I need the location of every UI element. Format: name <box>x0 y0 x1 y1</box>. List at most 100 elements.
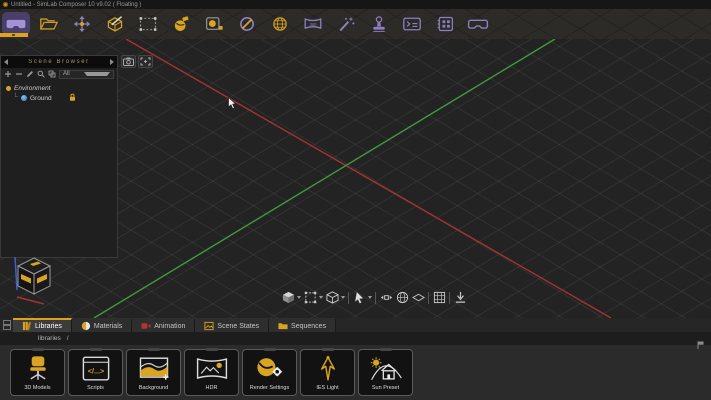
transform-handles-icon[interactable] <box>379 291 393 305</box>
tree-elbow: └ <box>13 94 18 101</box>
lock-icon[interactable] <box>69 93 76 104</box>
card-label: 3D Models <box>24 385 51 391</box>
card-label: IES Light <box>316 385 339 391</box>
tab-label: Animation <box>154 322 186 330</box>
screen-360-icon[interactable]: 360 <box>299 12 327 35</box>
ground-object-icon <box>20 95 27 101</box>
pen-icon[interactable] <box>26 70 34 78</box>
svg-text:</...>: </...> <box>87 366 103 375</box>
tab-scene-states[interactable]: Scene States <box>195 318 270 332</box>
notebook-icon[interactable] <box>431 12 459 35</box>
separator <box>375 291 376 304</box>
chevron-down-icon <box>83 72 110 76</box>
selection-rect-icon[interactable] <box>134 12 162 35</box>
scene-browser-title: Scene Browser <box>28 59 90 65</box>
add-icon[interactable] <box>4 70 12 78</box>
hdr-panorama-icon <box>194 352 230 385</box>
focus-expand-icon[interactable] <box>138 55 153 68</box>
title-bar: Untitled - SimLab Composer 10 v9.02 ( Fl… <box>0 0 711 9</box>
card-background[interactable]: Background <box>126 348 181 396</box>
card-hdr[interactable]: HDR <box>184 348 239 396</box>
texture-editor-icon[interactable] <box>200 12 228 35</box>
separator <box>449 291 450 304</box>
script-window-icon: </...> <box>78 352 114 385</box>
card-label: Sun Preset <box>371 385 400 391</box>
svg-text:360: 360 <box>310 22 318 27</box>
folder-icon <box>278 323 288 330</box>
tree-item-label: Ground <box>29 94 52 102</box>
scene-browser-toolbar: All <box>1 68 117 80</box>
stamp-tool-icon[interactable] <box>365 12 393 35</box>
flat-plane-icon[interactable] <box>411 291 425 305</box>
vr-headset-outline-icon[interactable] <box>464 12 492 35</box>
navigation-cube[interactable] <box>4 250 60 311</box>
panel-side-buttons <box>121 55 153 68</box>
tree-item-ground[interactable]: └ Ground <box>6 93 117 103</box>
card-ies-light[interactable]: IES Light <box>300 348 355 396</box>
remove-icon[interactable] <box>15 70 23 78</box>
chevron-down-icon[interactable] <box>297 296 301 299</box>
collapse-right-icon[interactable] <box>110 59 114 65</box>
select-cursor-icon[interactable] <box>352 291 366 305</box>
filter-dropdown[interactable]: All <box>59 69 114 79</box>
separator <box>348 291 349 304</box>
edit-geometry-icon[interactable] <box>101 12 129 35</box>
scene-browser-panel: Scene Browser All Environment └ Ground <box>0 55 118 258</box>
import-down-icon[interactable] <box>453 291 467 305</box>
sun-house-icon <box>368 352 404 385</box>
chevron-down-icon[interactable] <box>341 296 345 299</box>
textured-sphere-icon[interactable] <box>395 291 409 305</box>
card-label: Scripts <box>87 385 104 391</box>
move-tool-icon[interactable] <box>68 12 96 35</box>
tab-label: Libraries <box>35 322 62 330</box>
search-icon[interactable] <box>37 70 45 78</box>
scene-state-icon <box>204 321 214 331</box>
panel-layout-icon[interactable] <box>0 318 13 332</box>
background-image-icon <box>136 352 172 385</box>
chevron-down-icon[interactable] <box>319 296 323 299</box>
separator <box>428 291 429 304</box>
card-3d-models[interactable]: 3D Models <box>10 348 65 396</box>
viewport-toolbar <box>281 289 467 306</box>
screenshot-camera-icon[interactable] <box>121 55 136 68</box>
chevron-down-icon[interactable] <box>368 296 372 299</box>
tab-animation[interactable]: Animation <box>132 318 196 332</box>
toolbar-page-indicator[interactable] <box>0 33 28 37</box>
tree-item-environment[interactable]: Environment <box>6 83 117 93</box>
tab-libraries[interactable]: Libraries <box>13 318 72 332</box>
grid-icon[interactable] <box>432 291 446 305</box>
chair-icon <box>20 352 56 385</box>
open-file-icon[interactable] <box>35 12 63 35</box>
scene-browser-header[interactable]: Scene Browser <box>1 56 117 68</box>
main-toolbar: 360 <box>0 9 711 39</box>
card-scripts[interactable]: </...> Scripts <box>68 348 123 396</box>
tab-sequences[interactable]: Sequences <box>269 318 337 332</box>
card-label: Render Settings <box>249 385 290 391</box>
magic-wand-icon[interactable] <box>332 12 360 35</box>
globe-icon[interactable] <box>266 12 294 35</box>
solid-cube-icon[interactable] <box>325 291 339 305</box>
material-sphere-icon <box>81 321 90 331</box>
app-logo <box>3 2 8 7</box>
books-icon <box>22 321 32 331</box>
card-render-settings[interactable]: Render Settings <box>242 348 297 396</box>
tab-materials[interactable]: Materials <box>71 318 133 332</box>
vr-headset-icon[interactable] <box>2 12 30 35</box>
tab-label: Materials <box>93 322 123 330</box>
breadcrumb: libraries / <box>0 332 711 345</box>
video-camera-icon <box>141 323 151 329</box>
library-cards: 3D Models </...> Scripts Background HDR … <box>0 345 711 400</box>
console-settings-icon[interactable] <box>398 12 426 35</box>
environment-icon <box>6 85 11 91</box>
card-sun-preset[interactable]: Sun Preset <box>358 348 413 396</box>
render-ball-icon[interactable] <box>167 12 195 35</box>
layers-icon[interactable] <box>48 70 56 78</box>
pin-flag-icon[interactable] <box>697 336 705 354</box>
mouse-cursor <box>228 96 237 115</box>
hide-tool-icon[interactable] <box>233 12 261 35</box>
breadcrumb-root[interactable]: libraries <box>38 335 61 342</box>
shaded-cube-icon[interactable] <box>281 291 295 305</box>
filter-dropdown-value: All <box>63 71 70 77</box>
wireframe-cube-icon[interactable] <box>303 291 317 305</box>
card-label: HDR <box>205 385 218 391</box>
